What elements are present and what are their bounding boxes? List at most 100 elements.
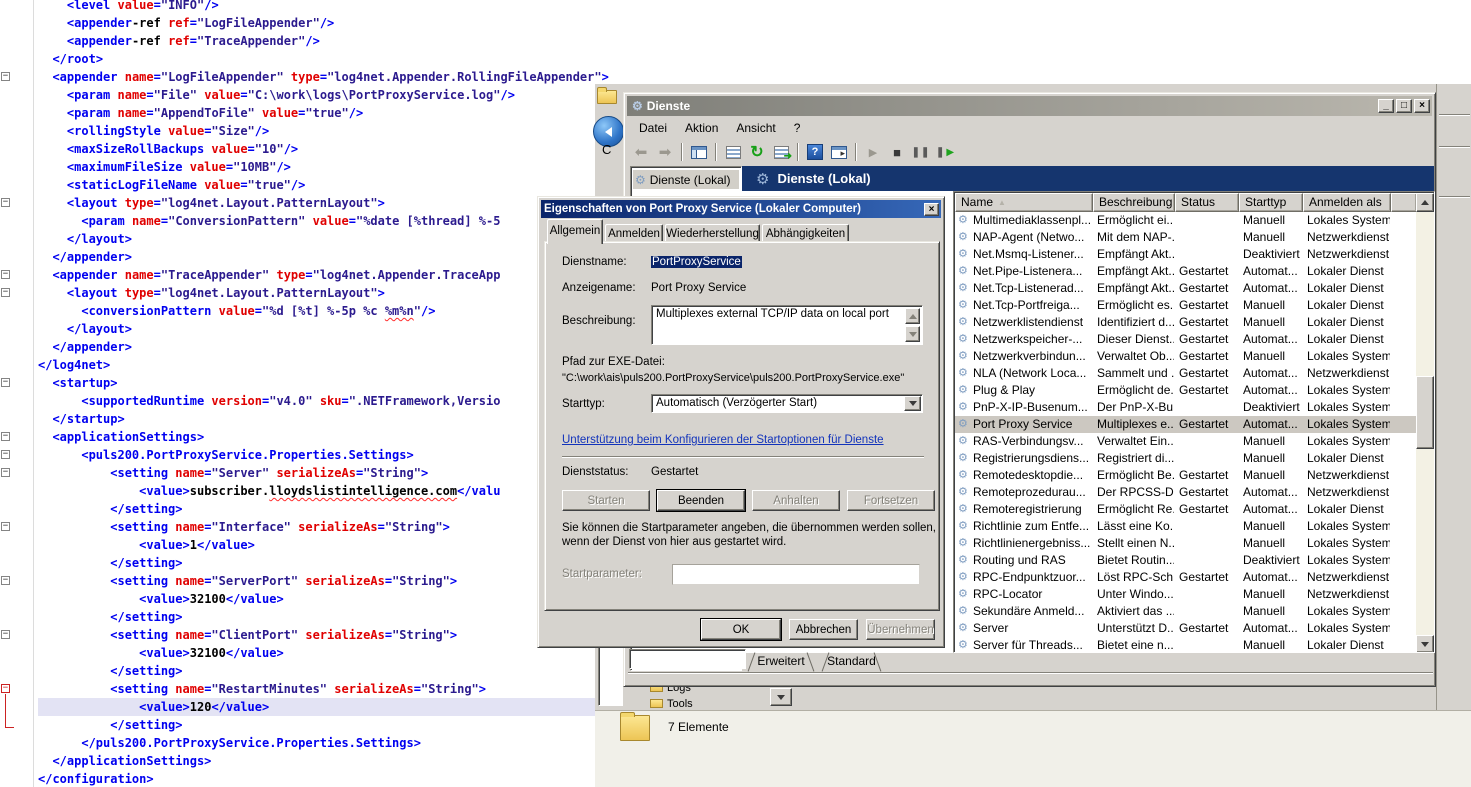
status-text: 7 Elemente: [668, 720, 729, 734]
service-row[interactable]: ⚙RPC-Endpunktzuor...Löst RPC-Sch...Gesta…: [955, 569, 1417, 586]
cell-beschreibung: Der RPCSS-Di...: [1097, 484, 1174, 501]
service-row[interactable]: ⚙Net.Tcp-Portfreiga...Ermöglicht es...Ge…: [955, 297, 1417, 314]
stop-service-icon[interactable]: ■: [886, 141, 908, 163]
service-row[interactable]: ⚙RPC-LocatorUnter Windo...ManuellNetzwer…: [955, 586, 1417, 603]
service-row[interactable]: ⚙ServerUnterstützt D...GestartetAutomat.…: [955, 620, 1417, 637]
maximize-button[interactable]: □: [1396, 99, 1412, 113]
filter-box[interactable]: [629, 649, 746, 669]
dropdown-button[interactable]: [770, 688, 792, 706]
view-tab-erweitert[interactable]: Erweitert: [749, 653, 813, 671]
tree-item[interactable]: Tools: [650, 696, 693, 711]
fold-marker-icon[interactable]: −: [1, 522, 10, 531]
services-titlebar[interactable]: ⚙ Dienste _□×: [627, 96, 1432, 116]
service-row[interactable]: ⚙Net.Tcp-Listenerad...Empfängt Akt...Ges…: [955, 280, 1417, 297]
apply-button[interactable]: Übernehmen: [866, 619, 935, 640]
service-row[interactable]: ⚙Richtlinienergebniss...Stellt einen N..…: [955, 535, 1417, 552]
service-gear-icon: ⚙: [958, 416, 968, 433]
service-row[interactable]: ⚙Port Proxy ServiceMultiplexes e...Gesta…: [955, 416, 1417, 433]
column-header-beschreibung[interactable]: Beschreibung: [1093, 193, 1175, 212]
column-header-starttyp[interactable]: Starttyp: [1239, 193, 1303, 212]
service-row[interactable]: ⚙RAS-Verbindungsv...Verwaltet Ein...Manu…: [955, 433, 1417, 450]
cell-status: Gestartet: [1179, 331, 1238, 348]
refresh-icon[interactable]: ↻: [746, 141, 768, 163]
fold-marker-icon[interactable]: −: [1, 432, 10, 441]
cancel-button[interactable]: Abbrechen: [789, 619, 858, 640]
cell-starttyp: Deaktiviert: [1243, 246, 1302, 263]
scroll-up-button[interactable]: [1416, 193, 1434, 212]
service-row[interactable]: ⚙Richtlinie zum Entfe...Lässt eine Ko...…: [955, 518, 1417, 535]
menu-item-help[interactable]: ?: [785, 119, 810, 137]
cell-beschreibung: Registriert di...: [1097, 450, 1174, 467]
service-row[interactable]: ⚙PnP-X-IP-Busenum...Der PnP-X-Bu...Deakt…: [955, 399, 1417, 416]
fold-marker-icon[interactable]: −: [1, 198, 10, 207]
service-row[interactable]: ⚙Registrierungsdiens...Registriert di...…: [955, 450, 1417, 467]
restart-service-icon[interactable]: ❚▶: [934, 141, 956, 163]
startoptions-help-link[interactable]: Unterstützung beim Konfigurieren der Sta…: [562, 434, 884, 446]
tab-allgemein[interactable]: Allgemein: [547, 219, 603, 244]
start-service-icon[interactable]: ▶: [862, 141, 884, 163]
textarea-scroll-down[interactable]: [905, 326, 920, 342]
service-row[interactable]: ⚙NAP-Agent (Netwo...Mit dem NAP-...Manue…: [955, 229, 1417, 246]
view-tab-standard[interactable]: Standard: [823, 653, 880, 671]
scrollbar-thumb[interactable]: [1416, 376, 1434, 449]
service-row[interactable]: ⚙Plug & PlayErmöglicht de...GestartetAut…: [955, 382, 1417, 399]
combo-dropdown-button[interactable]: [904, 396, 921, 411]
service-row[interactable]: ⚙Net.Msmq-Listener...Empfängt Akt...Deak…: [955, 246, 1417, 263]
start-button[interactable]: Starten: [562, 490, 650, 511]
textarea-scroll-up[interactable]: [905, 308, 920, 324]
dialog-titlebar[interactable]: Eigenschaften von Port Proxy Service (Lo…: [541, 200, 941, 218]
minimize-button[interactable]: _: [1378, 99, 1394, 113]
fold-marker-icon[interactable]: −: [1, 468, 10, 477]
starttyp-combobox[interactable]: Automatisch (Verzögerter Start): [651, 394, 923, 413]
service-row[interactable]: ⚙Remotedesktopdie...Ermöglicht Be...Gest…: [955, 467, 1417, 484]
column-header-name[interactable]: Name▲: [955, 193, 1093, 212]
startparameter-input[interactable]: [672, 564, 920, 585]
folder-icon[interactable]: [597, 90, 617, 104]
ok-button[interactable]: OK: [701, 619, 781, 640]
dialog-close-button[interactable]: ×: [924, 203, 939, 216]
service-row[interactable]: ⚙Routing und RASBietet Routin...Deaktivi…: [955, 552, 1417, 569]
service-row[interactable]: ⚙Sekundäre Anmeld...Aktiviert das ...Man…: [955, 603, 1417, 620]
pause-service-icon[interactable]: ❚❚: [910, 141, 932, 163]
service-row[interactable]: ⚙NetzwerklistendienstIdentifiziert d...G…: [955, 314, 1417, 331]
fold-marker-icon[interactable]: −: [1, 288, 10, 297]
fold-marker-icon[interactable]: −: [1, 576, 10, 585]
tree-pane-fragment: [598, 640, 623, 706]
menu-item-Datei[interactable]: Datei: [630, 119, 676, 137]
beschreibung-textarea[interactable]: Multiplexes external TCP/IP data on loca…: [651, 305, 923, 345]
column-header-status[interactable]: Status: [1175, 193, 1239, 212]
service-row[interactable]: ⚙NLA (Network Loca...Sammelt und ...Gest…: [955, 365, 1417, 382]
service-row[interactable]: ⚙Remoteprozedurau...Der RPCSS-Di...Gesta…: [955, 484, 1417, 501]
stop-button[interactable]: Beenden: [657, 490, 745, 511]
fold-marker-icon[interactable]: −: [1, 270, 10, 279]
service-gear-icon: ⚙: [958, 535, 968, 552]
back-icon[interactable]: ⬅: [630, 141, 652, 163]
close-button[interactable]: ×: [1414, 99, 1430, 113]
fold-marker-icon[interactable]: −: [1, 630, 10, 639]
action-pane-icon[interactable]: ▸: [828, 141, 850, 163]
export-list-icon[interactable]: ➜: [770, 141, 792, 163]
service-row[interactable]: ⚙RemoteregistrierungErmöglicht Re...Gest…: [955, 501, 1417, 518]
forward-icon[interactable]: ➡: [654, 141, 676, 163]
service-row[interactable]: ⚙Server für Threads...Bietet eine n...Ma…: [955, 637, 1417, 653]
properties-icon[interactable]: [722, 141, 744, 163]
menu-item-Aktion[interactable]: Aktion: [676, 119, 727, 137]
startparameter-hint-1: Sie können die Startparameter angeben, d…: [562, 522, 936, 534]
fold-marker-icon[interactable]: −: [1, 72, 10, 81]
service-row[interactable]: ⚙Netzwerkverbindun...Verwaltet Ob...Gest…: [955, 348, 1417, 365]
menu-item-Ansicht[interactable]: Ansicht: [727, 119, 784, 137]
dienstname-value[interactable]: PortProxyService: [651, 256, 742, 268]
fold-marker-icon[interactable]: −: [1, 378, 10, 387]
show-console-tree-icon[interactable]: [688, 141, 710, 163]
pause-button[interactable]: Anhalten: [752, 490, 840, 511]
resume-button[interactable]: Fortsetzen: [847, 490, 935, 511]
scroll-down-button[interactable]: [1416, 635, 1434, 653]
service-row[interactable]: ⚙Netzwerkspeicher-...Dieser Dienst...Ges…: [955, 331, 1417, 348]
tree-item-dienste-lokal[interactable]: ⚙ Dienste (Lokal): [633, 170, 739, 189]
service-row[interactable]: ⚙Net.Pipe-Listenera...Empfängt Akt...Ges…: [955, 263, 1417, 280]
column-header-anmelden-als[interactable]: Anmelden als: [1303, 193, 1391, 212]
service-row[interactable]: ⚙Multimediaklassenpl...Ermöglicht ei...M…: [955, 212, 1417, 229]
fold-marker-icon[interactable]: −: [1, 450, 10, 459]
help-icon[interactable]: ?: [804, 141, 826, 163]
fold-marker-icon[interactable]: −: [1, 684, 10, 693]
